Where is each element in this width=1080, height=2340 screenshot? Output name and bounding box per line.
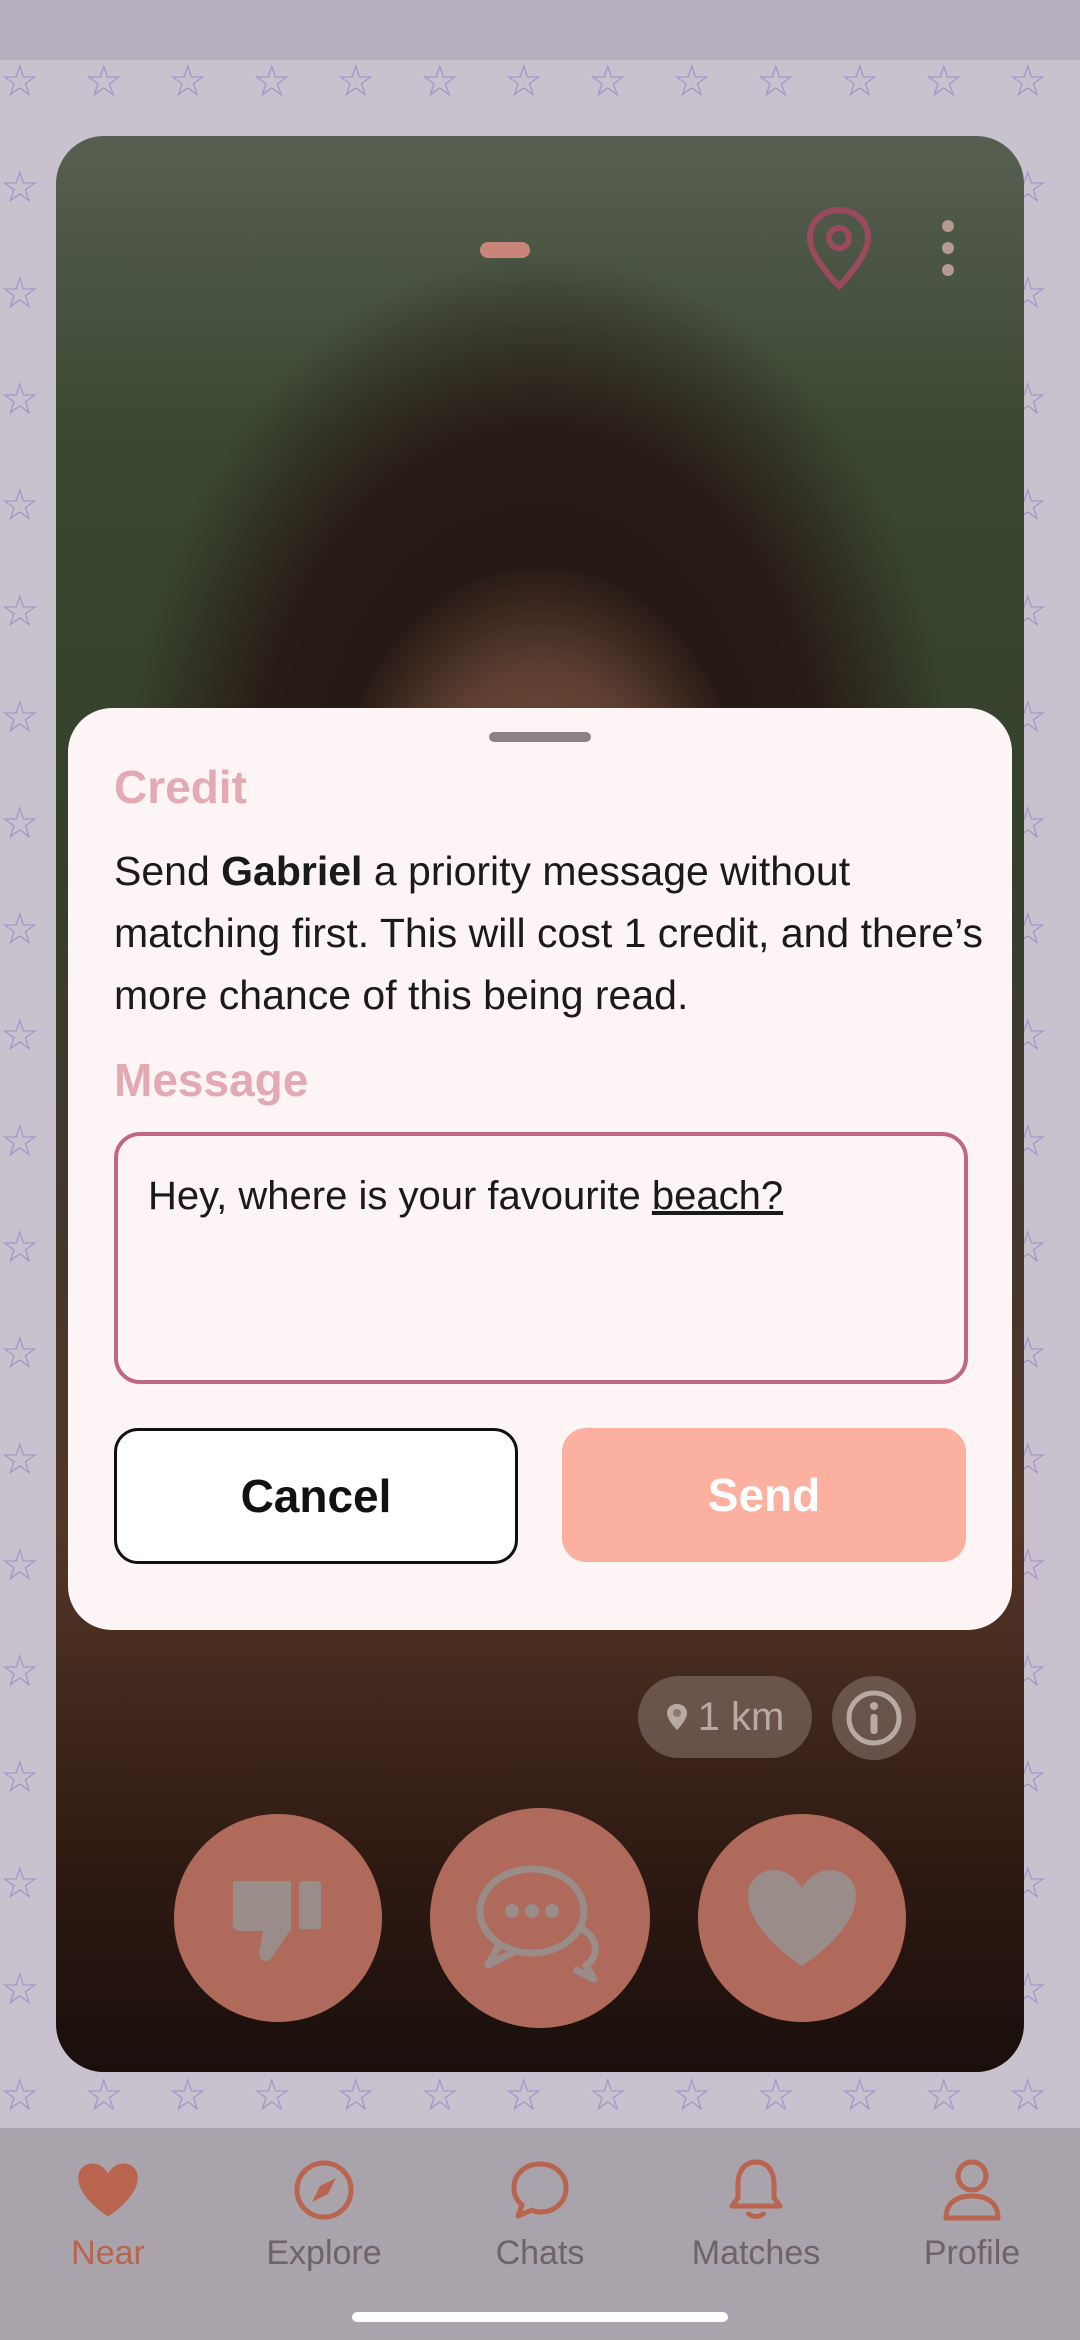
credit-heading: Credit xyxy=(114,761,247,813)
star-icon: ☆ xyxy=(924,60,964,107)
message-button[interactable] xyxy=(430,1808,650,2028)
info-icon xyxy=(846,1690,902,1746)
message-input[interactable]: Hey, where is your favourite beach? xyxy=(114,1132,968,1384)
star-icon: ☆ xyxy=(0,904,40,955)
star-icon: ☆ xyxy=(0,1222,40,1273)
star-icon: ☆ xyxy=(0,162,40,213)
nav-item-profile[interactable]: Profile xyxy=(882,2154,1062,2273)
star-icon: ☆ xyxy=(588,60,628,107)
star-icon: ☆ xyxy=(0,268,40,319)
star-icon: ☆ xyxy=(336,2070,376,2121)
star-icon: ☆ xyxy=(0,1010,40,1061)
star-icon: ☆ xyxy=(0,2070,40,2121)
star-icon: ☆ xyxy=(0,586,40,637)
star-icon: ☆ xyxy=(0,480,40,531)
chat-bubble-icon xyxy=(511,2161,569,2219)
star-icon: ☆ xyxy=(0,1752,40,1803)
star-icon: ☆ xyxy=(0,374,40,425)
chat-bubbles-icon xyxy=(476,1865,599,1983)
nav-label: Matches xyxy=(691,2234,821,2272)
dislike-button[interactable] xyxy=(174,1814,382,2022)
like-button[interactable] xyxy=(698,1814,906,2022)
star-icon: ☆ xyxy=(1008,2070,1048,2121)
star-icon: ☆ xyxy=(168,2070,208,2121)
star-icon: ☆ xyxy=(0,1116,40,1167)
compass-icon xyxy=(294,2160,354,2220)
star-icon: ☆ xyxy=(0,1646,40,1697)
star-icon: ☆ xyxy=(588,2070,628,2121)
distance-chip: 1 km xyxy=(638,1676,812,1758)
nav-label: Near xyxy=(71,2234,145,2272)
recipient-name: Gabriel xyxy=(221,848,363,894)
star-icon: ☆ xyxy=(756,60,796,107)
credit-text-before: Send xyxy=(114,848,222,894)
map-pin-icon[interactable] xyxy=(804,206,874,290)
star-icon: ☆ xyxy=(252,2070,292,2121)
person-icon xyxy=(943,2159,1001,2221)
bell-icon xyxy=(729,2159,783,2219)
heart-icon xyxy=(748,1870,856,1966)
thumbs-down-icon xyxy=(232,1881,321,1961)
star-icon: ☆ xyxy=(84,2070,124,2121)
star-icon: ☆ xyxy=(168,60,208,107)
star-icon: ☆ xyxy=(840,60,880,107)
star-icon: ☆ xyxy=(924,2070,964,2121)
message-text-prefix: Hey, where is your favourite xyxy=(148,1174,652,1218)
star-icon: ☆ xyxy=(672,60,712,107)
star-icon: ☆ xyxy=(840,2070,880,2121)
star-icon: ☆ xyxy=(420,60,460,107)
star-icon: ☆ xyxy=(0,692,40,743)
star-icon: ☆ xyxy=(336,60,376,107)
star-icon: ☆ xyxy=(0,1964,40,2015)
credit-description: Send Gabriel a priority message without … xyxy=(114,840,984,1026)
message-input-value[interactable]: Hey, where is your favourite beach? xyxy=(148,1174,783,1219)
heart-icon xyxy=(78,2163,138,2217)
nav-label: Profile xyxy=(923,2234,1021,2272)
nav-label: Explore xyxy=(266,2234,382,2272)
info-button[interactable] xyxy=(832,1676,916,1760)
star-icon: ☆ xyxy=(0,1434,40,1485)
cancel-button[interactable]: Cancel xyxy=(114,1428,518,1564)
more-options-icon[interactable] xyxy=(936,220,960,280)
star-icon: ☆ xyxy=(756,2070,796,2121)
nav-item-chats[interactable]: Chats xyxy=(450,2154,630,2273)
star-icon: ☆ xyxy=(420,2070,460,2121)
star-icon: ☆ xyxy=(672,2070,712,2121)
home-indicator[interactable] xyxy=(352,2312,728,2322)
message-heading: Message xyxy=(114,1054,309,1106)
star-icon: ☆ xyxy=(0,1858,40,1909)
star-icon: ☆ xyxy=(1008,60,1048,107)
nav-item-explore[interactable]: Explore xyxy=(234,2154,414,2273)
distance-label: 1 km xyxy=(697,1694,785,1739)
star-icon: ☆ xyxy=(504,2070,544,2121)
nav-item-matches[interactable]: Matches xyxy=(666,2154,846,2273)
star-icon: ☆ xyxy=(0,1328,40,1379)
bottom-navigation: Near Explore Chats Matches Profile xyxy=(0,2128,1080,2340)
star-icon: ☆ xyxy=(84,60,124,107)
star-icon: ☆ xyxy=(504,60,544,107)
sheet-drag-handle[interactable] xyxy=(489,732,591,742)
star-icon: ☆ xyxy=(0,798,40,849)
star-icon: ☆ xyxy=(0,60,40,107)
nav-label: Chats xyxy=(495,2234,585,2272)
priority-message-sheet: Credit Send Gabriel a priority message w… xyxy=(68,708,1012,1630)
card-drag-handle[interactable] xyxy=(480,242,530,258)
star-icon: ☆ xyxy=(252,60,292,107)
star-icon: ☆ xyxy=(0,1540,40,1591)
send-button[interactable]: Send xyxy=(562,1428,966,1562)
nav-item-near[interactable]: Near xyxy=(18,2154,198,2273)
message-text-underlined: beach? xyxy=(651,1174,784,1218)
location-dot-icon xyxy=(666,1704,687,1730)
